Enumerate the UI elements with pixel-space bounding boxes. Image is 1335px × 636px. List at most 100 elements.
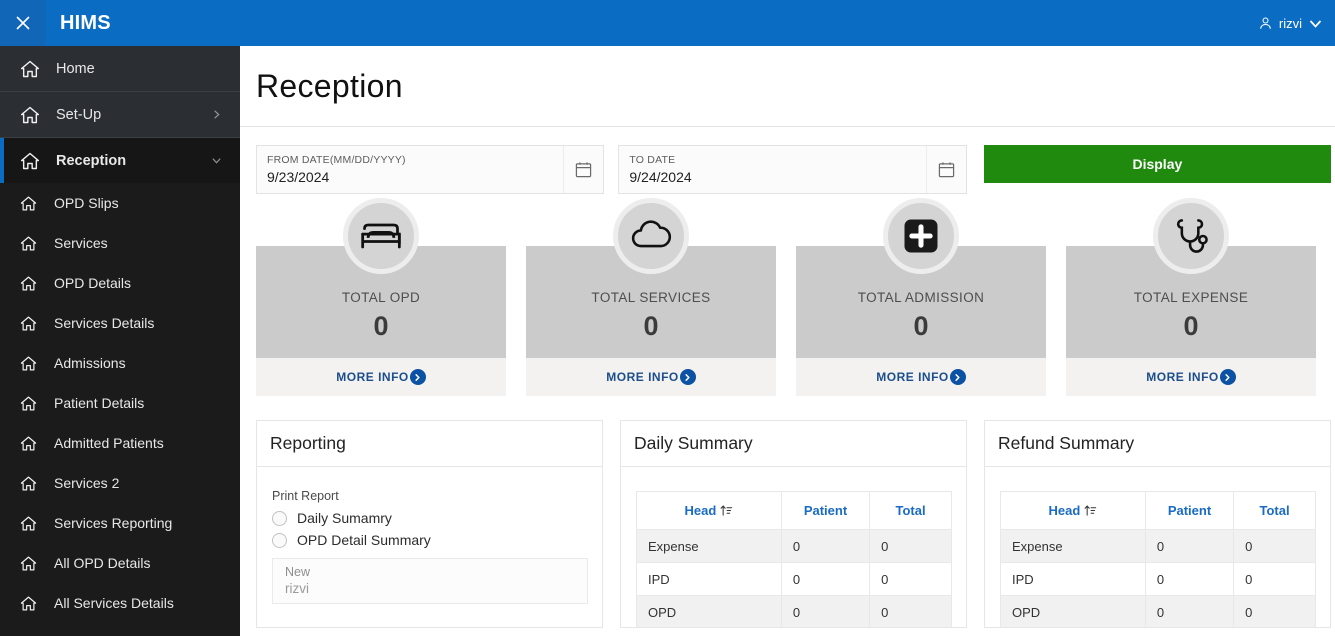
more-info-button[interactable]: MORE INFO — [1066, 358, 1316, 396]
chevron-down-icon — [212, 158, 221, 164]
more-info-button[interactable]: MORE INFO — [256, 358, 506, 396]
home-icon — [20, 316, 37, 330]
sidebar-item-services-details[interactable]: Services Details — [0, 303, 240, 343]
app-title: HIMS — [60, 11, 111, 34]
column-header-patient[interactable]: Patient — [780, 491, 871, 530]
more-info-button[interactable]: MORE INFO — [796, 358, 1046, 396]
home-icon — [20, 396, 37, 410]
column-header-label: Total — [1259, 503, 1290, 518]
stat-card: TOTAL ADMISSION 0 MORE INFO — [796, 198, 1046, 396]
more-info-label: MORE INFO — [606, 370, 679, 384]
to-date-label: TO DATE — [629, 154, 676, 166]
reporting-panel: Reporting Print Report Daily Sumamry OPD… — [256, 420, 603, 628]
stat-card-label: TOTAL ADMISSION — [857, 290, 985, 305]
display-button[interactable]: Display — [983, 145, 1331, 183]
column-header-head[interactable]: Head — [1000, 491, 1146, 530]
sidebar-item-label: Services Details — [54, 315, 155, 331]
column-header-patient[interactable]: Patient — [1144, 491, 1235, 530]
stat-card: TOTAL EXPENSE 0 MORE INFO — [1066, 198, 1316, 396]
sidebar-item-set-up[interactable]: Set-Up — [0, 92, 240, 137]
calendar-icon — [938, 162, 954, 178]
radio-option-daily-summary[interactable]: Daily Sumamry — [272, 510, 588, 526]
column-header-label: Patient — [1167, 503, 1212, 518]
daily-summary-title: Daily Summary — [634, 433, 753, 453]
cell-total: 0 — [1233, 595, 1316, 627]
sidebar-item-label: OPD Details — [54, 275, 132, 291]
sidebar-item-label: Admitted Patients — [54, 435, 164, 451]
medical-plus-icon — [904, 219, 938, 253]
sidebar-item-opd-details[interactable]: OPD Details — [0, 263, 240, 303]
report-select-field[interactable]: New rizvi — [272, 558, 588, 604]
to-date-field[interactable]: TO DATE 9/24/2024 — [618, 145, 967, 194]
refund-summary-table: Head Patient Total Expense 0 0 IPD 0 0 OPD 0 0 — [1000, 491, 1316, 627]
home-icon — [20, 276, 37, 290]
cell-head: IPD — [1000, 562, 1146, 596]
more-info-button[interactable]: MORE INFO — [526, 358, 776, 396]
daily-summary-panel-header: Daily Summary — [621, 421, 966, 467]
column-header-label: Total — [895, 503, 926, 518]
from-date-field[interactable]: FROM DATE(MM/DD/YYYY) 9/23/2024 — [256, 145, 605, 194]
home-icon — [20, 60, 40, 77]
reporting-panel-body: Print Report Daily Sumamry OPD Detail Su… — [257, 467, 602, 604]
cell-head: Expense — [636, 529, 782, 563]
sidebar-item-services[interactable]: Services — [0, 223, 240, 263]
sidebar-item-label: Set-Up — [56, 106, 102, 123]
home-icon — [20, 436, 37, 450]
chevron-right-circle-icon — [679, 369, 696, 385]
refund-summary-panel: Refund Summary Head Patient Total Expense 0 0… — [984, 420, 1331, 628]
radio-circle-icon — [272, 532, 287, 548]
daily-summary-table: Head Patient Total Expense 0 0 IPD 0 0 OPD 0 0 — [636, 491, 952, 627]
sidebar-item-all-opd-details[interactable]: All OPD Details — [0, 543, 240, 583]
table-row: Expense 0 0 — [1000, 529, 1316, 563]
more-info-label: MORE INFO — [876, 370, 949, 384]
sidebar-item-services-reporting[interactable]: Services Reporting — [0, 503, 240, 543]
sidebar-item-home[interactable]: Home — [0, 46, 240, 91]
user-menu[interactable]: rizvi — [1258, 16, 1323, 31]
more-info-label: MORE INFO — [336, 370, 409, 384]
sidebar-item-services-2[interactable]: Services 2 — [0, 463, 240, 503]
sidebar-item-patient-details[interactable]: Patient Details — [0, 383, 240, 423]
to-date-calendar-button[interactable] — [925, 146, 966, 193]
stat-card-icon-holder — [256, 198, 506, 274]
column-header-label: Patient — [803, 503, 848, 518]
column-header-total[interactable]: Total — [1233, 491, 1316, 530]
stat-card: TOTAL SERVICES 0 MORE INFO — [526, 198, 776, 396]
cell-head: OPD — [636, 595, 782, 627]
column-header-head[interactable]: Head — [636, 491, 782, 530]
to-date-value: 9/24/2024 — [629, 169, 692, 185]
sidebar-item-all-services-details[interactable]: All Services Details — [0, 583, 240, 623]
refund-summary-panel-header: Refund Summary — [985, 421, 1330, 467]
home-icon — [20, 236, 37, 250]
sidebar-item-reception[interactable]: Reception — [0, 138, 240, 183]
stat-card-value: 0 — [913, 311, 929, 341]
cell-patient: 0 — [1144, 529, 1235, 563]
home-icon — [20, 356, 37, 370]
close-button[interactable] — [0, 0, 46, 46]
home-icon — [20, 106, 40, 123]
column-header-label: Head — [1048, 503, 1081, 518]
stat-card-value: 0 — [373, 311, 389, 341]
sidebar-item-admissions[interactable]: Admissions — [0, 343, 240, 383]
radio-circle-icon — [272, 510, 287, 526]
close-icon — [16, 16, 30, 30]
user-name: rizvi — [1278, 15, 1302, 31]
sidebar-item-label: Reception — [56, 152, 127, 169]
cell-total: 0 — [869, 529, 952, 563]
cell-total: 0 — [869, 562, 952, 596]
sidebar-item-opd-slips[interactable]: OPD Slips — [0, 183, 240, 223]
sidebar-item-admitted-patients[interactable]: Admitted Patients — [0, 423, 240, 463]
sidebar-item-label: Services 2 — [54, 475, 120, 491]
cell-patient: 0 — [780, 595, 871, 627]
home-icon — [20, 556, 37, 570]
from-date-calendar-button[interactable] — [563, 146, 603, 193]
table-header-row: Head Patient Total — [636, 491, 952, 530]
panels-row: Reporting Print Report Daily Sumamry OPD… — [240, 396, 1335, 628]
stat-card-label: TOTAL EXPENSE — [1133, 290, 1249, 305]
sidebar-item-label: Patient Details — [54, 395, 145, 411]
daily-summary-panel-body: Head Patient Total Expense 0 0 IPD 0 0 OPD 0 0 — [621, 467, 966, 627]
radio-option-opd-detail-summary[interactable]: OPD Detail Summary — [272, 532, 588, 548]
sidebar-item-label: Services Reporting — [54, 515, 173, 531]
report-select-placeholder: New — [285, 565, 311, 579]
column-header-total[interactable]: Total — [869, 491, 952, 530]
home-icon — [20, 596, 37, 610]
